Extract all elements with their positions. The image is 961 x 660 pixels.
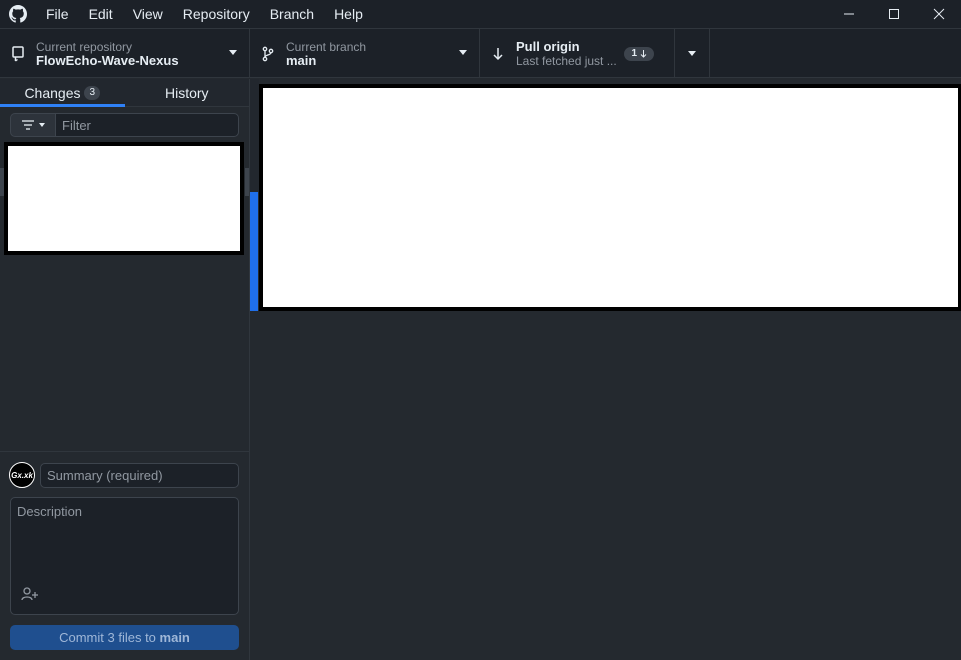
close-icon [933, 8, 944, 20]
chevron-down-icon [459, 50, 467, 55]
changes-count-badge: 3 [84, 85, 101, 100]
sidebar-tabs: Changes 3 History [0, 79, 249, 107]
avatar: Gx.xk [9, 462, 35, 488]
menu-repository[interactable]: Repository [173, 0, 260, 28]
menu-file[interactable]: File [36, 0, 79, 28]
minimize-icon [843, 13, 854, 15]
menu-bar: File Edit View Repository Branch Help [36, 0, 373, 28]
redacted-diff-area [263, 88, 958, 307]
github-logo-icon [0, 0, 36, 28]
menu-branch[interactable]: Branch [260, 0, 324, 28]
filter-options-button[interactable] [10, 113, 55, 137]
close-button[interactable] [916, 0, 961, 28]
tab-history[interactable]: History [125, 79, 250, 106]
current-branch-button[interactable]: Current branch main [250, 29, 480, 78]
title-bar: File Edit View Repository Branch Help [0, 0, 961, 28]
menu-help[interactable]: Help [324, 0, 373, 28]
summary-input[interactable] [40, 462, 239, 488]
window-controls [826, 0, 961, 28]
chevron-down-icon [229, 50, 237, 55]
filter-row [0, 107, 249, 143]
chevron-down-icon [688, 51, 696, 56]
repo-icon [0, 45, 36, 62]
branch-label: Current branch [286, 39, 367, 54]
branch-name: main [286, 52, 317, 68]
diff-view[interactable] [259, 84, 961, 311]
pull-origin-label: Pull origin [516, 38, 580, 54]
toolbar: Current repository FlowEcho-Wave-Nexus C… [0, 28, 961, 78]
description-field[interactable]: Description [10, 497, 239, 615]
list-scroll-indicator-right [245, 168, 249, 196]
description-placeholder: Description [17, 504, 83, 519]
menu-view[interactable]: View [123, 0, 173, 28]
arrow-down-small-icon [640, 50, 647, 58]
redacted-file-list-area [8, 146, 240, 251]
main-left-stripe [250, 79, 259, 192]
commit-button-label: Commit 3 files to [59, 630, 160, 645]
minimize-button[interactable] [826, 0, 871, 28]
commit-button[interactable]: Commit 3 files to main [10, 625, 239, 650]
repo-name: FlowEcho-Wave-Nexus [36, 52, 179, 68]
filter-input[interactable] [55, 113, 239, 137]
current-repository-button[interactable]: Current repository FlowEcho-Wave-Nexus [0, 29, 250, 78]
arrow-down-icon [480, 47, 516, 61]
branch-icon [250, 46, 286, 62]
maximize-button[interactable] [871, 0, 916, 28]
changed-files-list[interactable] [4, 142, 244, 255]
tab-changes-label: Changes [24, 84, 81, 101]
maximize-icon [888, 9, 899, 19]
chevron-down-icon [39, 123, 45, 127]
pull-count-badge: 1 [624, 47, 654, 61]
pull-options-dropdown[interactable] [675, 29, 710, 78]
menu-edit[interactable]: Edit [79, 0, 123, 28]
pull-count: 1 [631, 48, 637, 59]
pull-origin-button[interactable]: Pull origin Last fetched just ... 1 [480, 29, 675, 78]
add-coauthor-icon[interactable] [21, 587, 39, 606]
selection-indicator [250, 192, 258, 311]
filter-icon [22, 120, 34, 130]
tab-history-label: History [164, 84, 209, 101]
repo-label: Current repository [36, 39, 133, 54]
commit-panel: Gx.xk Description Commit 3 files to main [0, 451, 249, 660]
commit-button-branch: main [159, 630, 190, 645]
sidebar: Changes 3 History Gx.xk Description Comm… [0, 79, 250, 660]
last-fetched-text: Last fetched just ... [516, 53, 617, 68]
main-panel [250, 79, 961, 660]
tab-changes[interactable]: Changes 3 [0, 79, 125, 107]
